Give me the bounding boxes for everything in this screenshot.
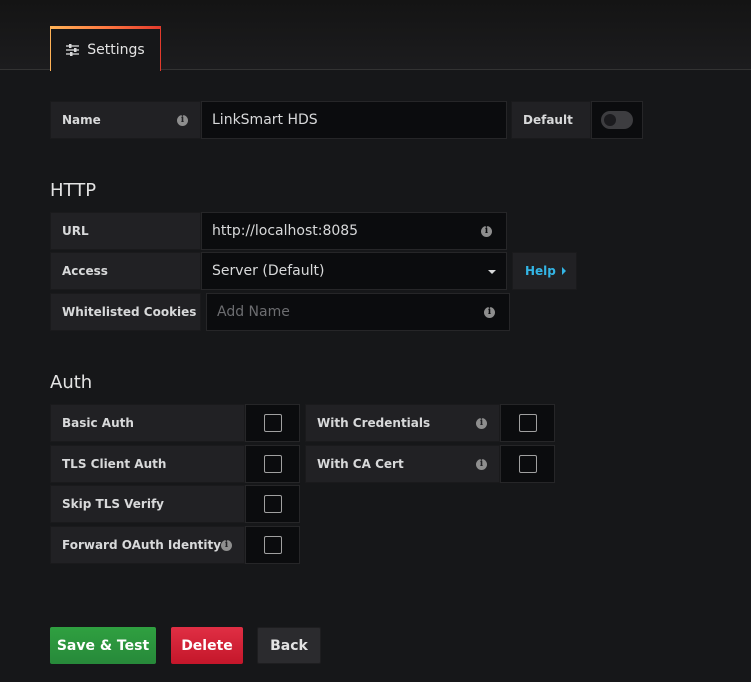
with-credentials-checkbox[interactable] — [518, 414, 537, 432]
skip-tls-verify-label-cell: Skip TLS Verify — [50, 485, 245, 523]
help-label: Help — [525, 264, 556, 278]
help-button[interactable]: Help — [512, 252, 577, 290]
forward-oauth-row: Forward OAuth Identity — [50, 526, 300, 564]
forward-oauth-label-cell: Forward OAuth Identity — [50, 526, 245, 564]
caret-down-icon — [488, 270, 496, 274]
default-toggle-box — [591, 101, 643, 139]
info-icon[interactable] — [177, 115, 188, 126]
auth-section-title: Auth — [50, 372, 93, 393]
access-label-cell: Access — [50, 252, 201, 290]
forward-oauth-label: Forward OAuth Identity — [62, 538, 222, 552]
name-label: Name — [62, 113, 101, 127]
cookies-label: Whitelisted Cookies — [62, 305, 197, 319]
with-credentials-label-cell: With Credentials — [305, 404, 500, 442]
save-test-button[interactable]: Save & Test — [50, 627, 156, 664]
basic-auth-label: Basic Auth — [62, 416, 134, 430]
default-row: Default — [511, 101, 643, 139]
caret-right-icon — [561, 267, 566, 275]
with-ca-cert-checkbox-box — [500, 445, 555, 483]
access-label: Access — [62, 264, 108, 278]
name-row: Name LinkSmart HDS — [50, 101, 507, 139]
basic-auth-checkbox-box — [245, 404, 300, 442]
sliders-icon — [66, 44, 80, 56]
default-label: Default — [523, 113, 573, 127]
forward-oauth-checkbox[interactable] — [263, 536, 282, 554]
with-credentials-label: With Credentials — [317, 416, 431, 430]
tls-client-auth-checkbox[interactable] — [263, 455, 282, 473]
info-icon[interactable] — [476, 459, 487, 470]
with-ca-cert-label: With CA Cert — [317, 457, 404, 471]
url-row: URL http://localhost:8085 — [50, 212, 507, 250]
delete-button[interactable]: Delete — [171, 627, 243, 664]
info-icon[interactable] — [481, 226, 492, 237]
with-credentials-row: With Credentials — [305, 404, 555, 442]
info-icon[interactable] — [221, 540, 232, 551]
skip-tls-verify-row: Skip TLS Verify — [50, 485, 300, 523]
access-value: Server (Default) — [212, 263, 325, 279]
with-ca-cert-row: With CA Cert — [305, 445, 555, 483]
basic-auth-checkbox[interactable] — [263, 414, 282, 432]
with-ca-cert-checkbox[interactable] — [518, 455, 537, 473]
tls-client-auth-row: TLS Client Auth — [50, 445, 300, 483]
forward-oauth-checkbox-box — [245, 526, 300, 564]
info-icon[interactable] — [476, 418, 487, 429]
name-input[interactable]: LinkSmart HDS — [201, 101, 507, 139]
name-value: LinkSmart HDS — [212, 112, 318, 128]
skip-tls-verify-label: Skip TLS Verify — [62, 497, 164, 511]
info-icon[interactable] — [484, 307, 495, 318]
url-label-cell: URL — [50, 212, 201, 250]
url-value: http://localhost:8085 — [212, 223, 359, 239]
name-label-cell: Name — [50, 101, 201, 139]
default-label-cell: Default — [511, 101, 591, 139]
http-section-title: HTTP — [50, 180, 97, 201]
cookies-label-cell: Whitelisted Cookies — [50, 293, 201, 331]
cookies-input[interactable]: Add Name — [206, 293, 510, 331]
skip-tls-verify-checkbox-box — [245, 485, 300, 523]
tls-client-auth-label: TLS Client Auth — [62, 457, 167, 471]
tab-settings[interactable]: Settings — [50, 26, 161, 71]
default-toggle[interactable] — [601, 111, 633, 129]
cookies-row: Whitelisted Cookies Add Name — [50, 293, 510, 331]
with-credentials-checkbox-box — [500, 404, 555, 442]
basic-auth-label-cell: Basic Auth — [50, 404, 245, 442]
cookies-placeholder: Add Name — [217, 304, 290, 320]
with-ca-cert-label-cell: With CA Cert — [305, 445, 500, 483]
skip-tls-verify-checkbox[interactable] — [263, 495, 282, 513]
url-input[interactable]: http://localhost:8085 — [201, 212, 507, 250]
tls-client-auth-checkbox-box — [245, 445, 300, 483]
basic-auth-row: Basic Auth — [50, 404, 300, 442]
tab-label: Settings — [87, 42, 145, 58]
tls-client-auth-label-cell: TLS Client Auth — [50, 445, 245, 483]
url-label: URL — [62, 224, 89, 238]
access-select[interactable]: Server (Default) — [201, 252, 507, 290]
access-row: Access Server (Default) Help — [50, 252, 577, 290]
back-button[interactable]: Back — [257, 627, 321, 664]
